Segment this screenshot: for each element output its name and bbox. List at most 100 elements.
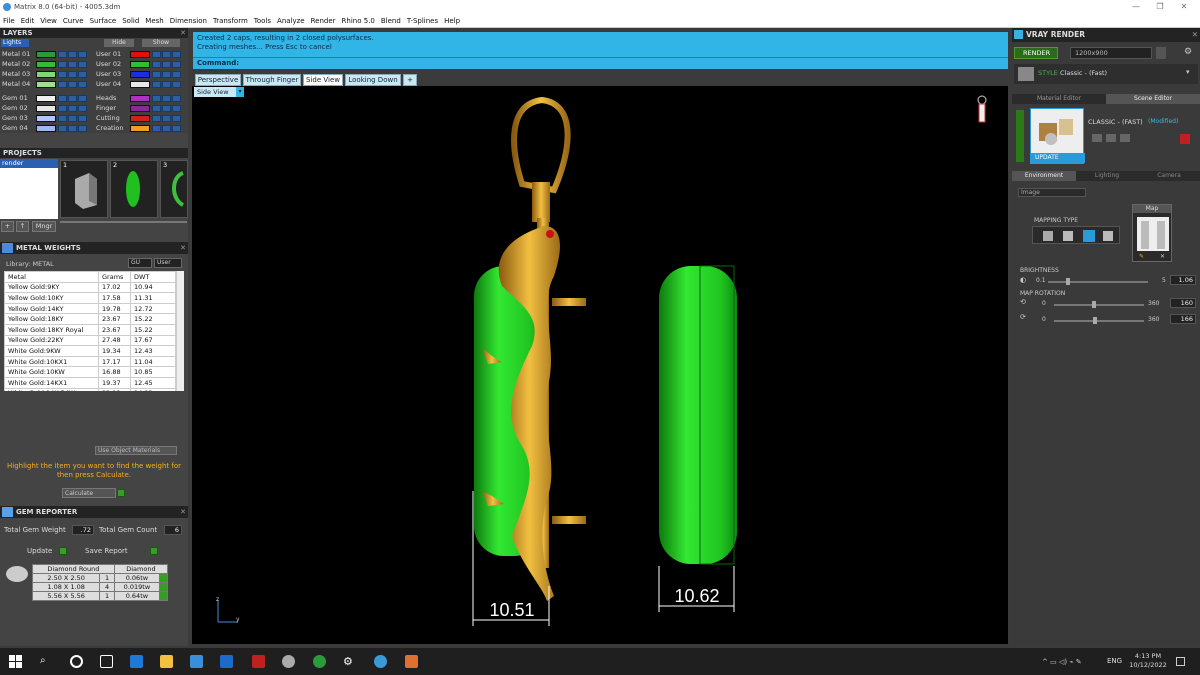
layer-color-swatch[interactable] xyxy=(36,61,56,68)
table-row[interactable]: Yellow Gold:18KY 23.67 15.22 xyxy=(4,313,176,325)
table-row[interactable]: Yellow Gold:22KY 27.48 17.67 xyxy=(4,334,176,347)
menu-mesh[interactable]: Mesh xyxy=(142,14,166,28)
matrix-icon[interactable] xyxy=(374,655,387,668)
gem-row[interactable]: 2.50 X 2.50 1 0.06tw xyxy=(31,573,168,583)
environment-map-preview[interactable]: Map ✎ ✕ xyxy=(1132,204,1172,262)
resolution-select[interactable]: 1200x900 xyxy=(1070,47,1152,59)
layer-color-swatch[interactable] xyxy=(36,71,56,78)
side-view-viewport[interactable]: Side View ▾ 10.51 10.62 z y xyxy=(192,86,1008,644)
close-button[interactable]: ✕ xyxy=(1172,0,1196,14)
layer-row[interactable]: Metal 02 xyxy=(0,60,92,69)
store-icon[interactable] xyxy=(190,655,203,668)
layers-close-icon[interactable]: ✕ xyxy=(180,28,186,38)
layer-current-icon[interactable] xyxy=(172,95,181,102)
minimize-button[interactable]: — xyxy=(1124,0,1148,14)
gem-select-icon[interactable] xyxy=(159,573,168,583)
layer-lock-icon[interactable] xyxy=(162,95,171,102)
update-label[interactable]: Update xyxy=(27,547,52,555)
layer-current-icon[interactable] xyxy=(172,61,181,68)
menu-dimension[interactable]: Dimension xyxy=(167,14,210,28)
table-row[interactable]: Yellow Gold:9KY 17.02 10.94 xyxy=(4,281,176,294)
layer-row[interactable]: User 04 xyxy=(94,80,186,89)
layer-lock-icon[interactable] xyxy=(162,51,171,58)
style-dropdown-icon[interactable]: ▾ xyxy=(1186,68,1190,76)
preset-delete-icon[interactable] xyxy=(1180,134,1190,144)
projects-list[interactable]: render xyxy=(0,159,58,219)
layer-visibility-icon[interactable] xyxy=(58,51,67,58)
calculate-go-icon[interactable] xyxy=(117,489,125,497)
preset-save-icon[interactable] xyxy=(1092,134,1102,142)
settings-icon[interactable]: ⚙ xyxy=(343,655,356,668)
map-edit-icon[interactable]: ✎ xyxy=(1139,253,1144,260)
metal-weights-close-icon[interactable]: ✕ xyxy=(180,242,186,254)
layer-current-icon[interactable] xyxy=(78,125,87,132)
layer-visibility-icon[interactable] xyxy=(58,71,67,78)
edge-icon[interactable] xyxy=(130,655,143,668)
gem-row[interactable]: 1.08 X 1.08 4 0.019tw xyxy=(31,582,168,592)
layer-visibility-icon[interactable] xyxy=(152,95,161,102)
layer-lock-icon[interactable] xyxy=(68,81,77,88)
layer-visibility-icon[interactable] xyxy=(152,51,161,58)
layer-visibility-icon[interactable] xyxy=(152,81,161,88)
use-object-materials-checkbox[interactable]: Use Object Materials xyxy=(95,446,177,455)
layer-lock-icon[interactable] xyxy=(68,125,77,132)
rhino-icon[interactable] xyxy=(282,655,295,668)
resolution-lock-icon[interactable] xyxy=(1156,47,1166,59)
rotation-knob-1[interactable] xyxy=(1091,301,1096,308)
table-row[interactable]: White Gold:10KX1 17.17 11.04 xyxy=(4,355,176,368)
menu-surface[interactable]: Surface xyxy=(87,14,120,28)
layer-color-swatch[interactable] xyxy=(130,61,150,68)
project-item[interactable]: render xyxy=(0,159,58,168)
tab-lighting[interactable]: Lighting xyxy=(1076,171,1138,181)
layer-lock-icon[interactable] xyxy=(68,105,77,112)
menu-help[interactable]: Help xyxy=(441,14,463,28)
preset-folder-icon[interactable] xyxy=(1120,134,1130,142)
save-report-label[interactable]: Save Report xyxy=(85,547,128,555)
layer-visibility-icon[interactable] xyxy=(58,95,67,102)
table-row[interactable]: Yellow Gold:10KY 17.58 11.31 xyxy=(4,292,176,304)
layer-visibility-icon[interactable] xyxy=(58,105,67,112)
layer-lock-icon[interactable] xyxy=(162,61,171,68)
task-view-icon[interactable] xyxy=(100,655,113,668)
layer-current-icon[interactable] xyxy=(78,81,87,88)
up-project-button[interactable]: ↑ xyxy=(16,221,29,232)
layer-current-icon[interactable] xyxy=(172,125,181,132)
preset-side-tab[interactable] xyxy=(1016,110,1024,162)
menu-edit[interactable]: Edit xyxy=(18,14,38,28)
table-row[interactable]: White Gold:14K PdW22.1214.22 xyxy=(4,387,176,391)
rotation-value-2[interactable]: 166 xyxy=(1170,314,1196,324)
layer-current-icon[interactable] xyxy=(78,71,87,78)
brightness-slider[interactable] xyxy=(1048,278,1148,285)
layer-row[interactable]: Creation xyxy=(94,124,186,133)
layer-visibility-icon[interactable] xyxy=(152,71,161,78)
menu-view[interactable]: View xyxy=(37,14,60,28)
layer-current-icon[interactable] xyxy=(78,61,87,68)
layer-row[interactable]: Finger xyxy=(94,104,186,113)
language-indicator[interactable]: ENG xyxy=(1107,657,1122,665)
layer-color-swatch[interactable] xyxy=(130,115,150,122)
layer-color-swatch[interactable] xyxy=(36,125,56,132)
lights-layer[interactable]: Lights xyxy=(1,39,29,47)
search-icon[interactable]: ⌕ xyxy=(40,655,53,668)
vray-close-icon[interactable]: ✕ xyxy=(1192,28,1198,42)
layer-lock-icon[interactable] xyxy=(162,105,171,112)
column-header[interactable]: Grams xyxy=(98,271,131,283)
map-sphere-icon[interactable] xyxy=(1103,231,1113,241)
mail-icon[interactable] xyxy=(220,655,233,668)
add-viewport-tab-icon[interactable]: + xyxy=(403,74,417,86)
tray-icons[interactable]: ^ ▭ ◁) ⌁ ✎ xyxy=(1042,658,1082,666)
tab-perspective[interactable]: Perspective xyxy=(195,74,241,86)
layer-current-icon[interactable] xyxy=(172,71,181,78)
map-remove-icon[interactable]: ✕ xyxy=(1160,253,1165,260)
command-prompt[interactable]: Command: xyxy=(193,57,1008,69)
layer-lock-icon[interactable] xyxy=(68,115,77,122)
layer-current-icon[interactable] xyxy=(172,105,181,112)
layer-visibility-icon[interactable] xyxy=(152,61,161,68)
render-settings-icon[interactable]: ⚙ xyxy=(1184,47,1196,59)
layer-visibility-icon[interactable] xyxy=(58,81,67,88)
project-thumb-3[interactable]: 3 xyxy=(160,160,188,218)
navigation-compass-icon[interactable] xyxy=(977,95,987,123)
menu-file[interactable]: File xyxy=(0,14,18,28)
layer-lock-icon[interactable] xyxy=(162,115,171,122)
menu-analyze[interactable]: Analyze xyxy=(274,14,308,28)
